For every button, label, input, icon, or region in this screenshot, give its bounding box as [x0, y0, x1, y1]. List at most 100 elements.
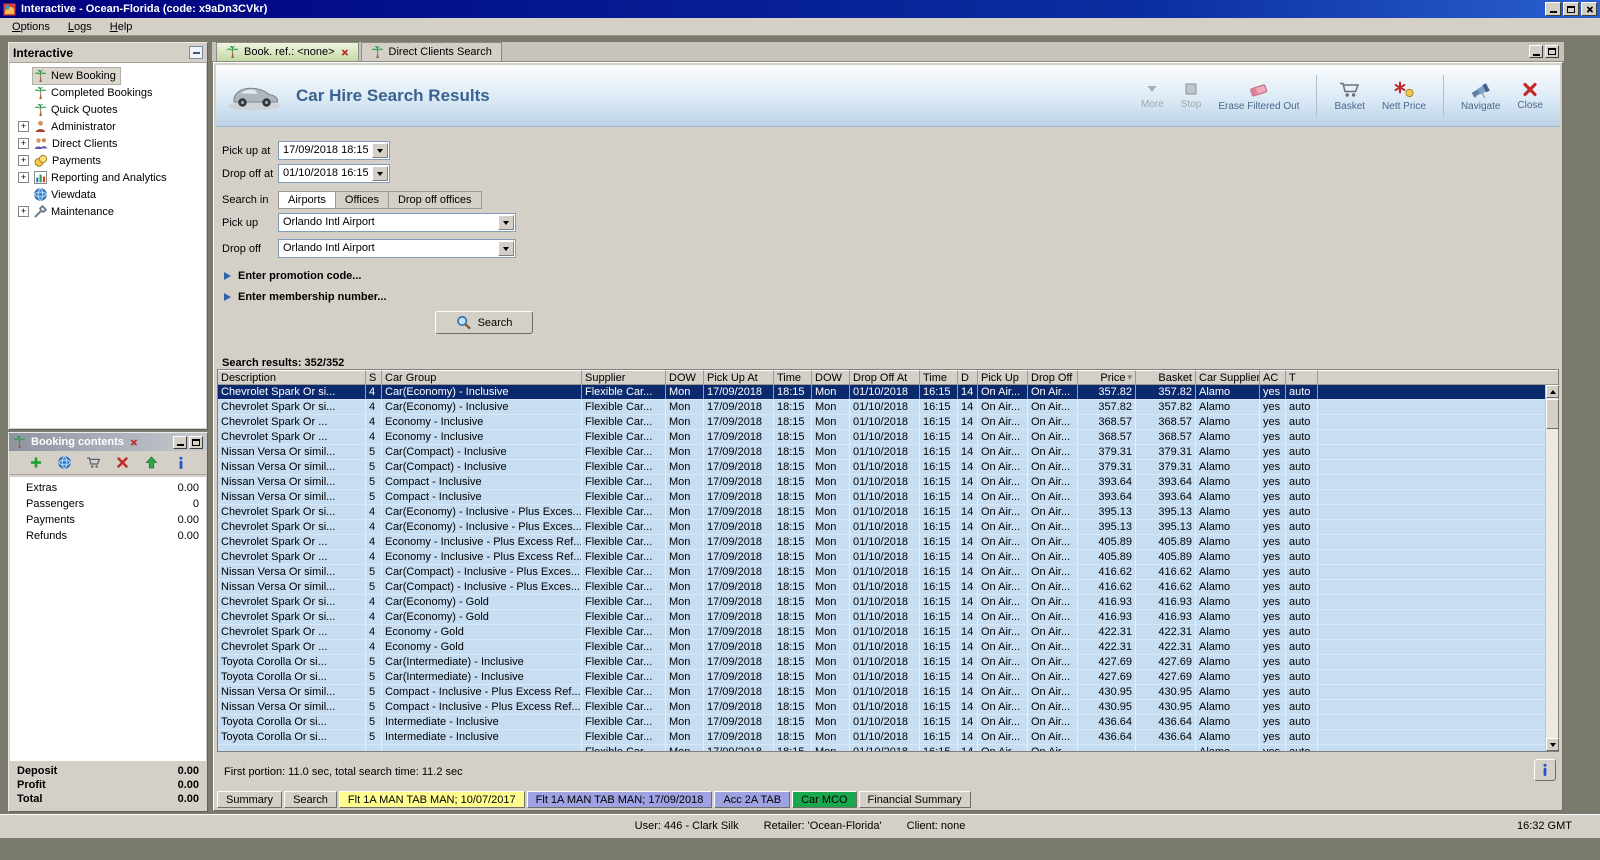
table-cell[interactable]: 5	[366, 490, 382, 504]
table-cell[interactable]: Mon	[666, 505, 704, 519]
table-cell[interactable]: 14	[958, 430, 978, 444]
table-cell[interactable]: 01/10/2018	[850, 550, 920, 564]
table-cell[interactable]: 4	[366, 640, 382, 654]
table-cell[interactable]: On Air...	[978, 415, 1028, 429]
table-cell[interactable]: Car(Compact) - Inclusive - Plus Exces...	[382, 565, 582, 579]
table-cell[interactable]: 17/09/2018	[704, 685, 774, 699]
table-cell[interactable]: auto	[1286, 430, 1318, 444]
table-cell[interactable]: 422.31	[1078, 625, 1136, 639]
table-cell[interactable]: Mon	[666, 700, 704, 714]
table-cell[interactable]: Alamo	[1196, 670, 1260, 684]
table-cell[interactable]: On Air...	[1028, 490, 1078, 504]
table-cell[interactable]: 17/09/2018	[704, 700, 774, 714]
table-cell[interactable]: 393.64	[1078, 490, 1136, 504]
table-cell[interactable]: 4	[366, 430, 382, 444]
table-cell[interactable]: Flexible Car...	[582, 730, 666, 744]
table-cell[interactable]: On Air...	[978, 655, 1028, 669]
table-cell[interactable]: auto	[1286, 415, 1318, 429]
table-cell[interactable]: On Air...	[1028, 595, 1078, 609]
table-cell[interactable]: Alamo	[1196, 640, 1260, 654]
table-cell[interactable]: On Air...	[1028, 610, 1078, 624]
table-cell[interactable]: 14	[958, 670, 978, 684]
table-cell[interactable]: 16:15	[920, 550, 958, 564]
table-cell[interactable]: auto	[1286, 580, 1318, 594]
table-cell[interactable]: Mon	[666, 610, 704, 624]
table-cell[interactable]: 16:15	[920, 595, 958, 609]
table-cell[interactable]: 405.89	[1136, 550, 1196, 564]
table-cell[interactable]: Alamo	[1196, 505, 1260, 519]
chevron-down-icon[interactable]	[498, 215, 514, 230]
table-cell[interactable]: 16:15	[920, 535, 958, 549]
table-cell[interactable]: auto	[1286, 670, 1318, 684]
table-row[interactable]: Nissan Versa Or simil... 5 Car(Compact) - …	[218, 565, 1545, 580]
table-cell[interactable]: 395.13	[1078, 520, 1136, 534]
booking-content-row[interactable]: Refunds 0.00	[10, 529, 206, 545]
table-cell[interactable]: 17/09/2018	[704, 610, 774, 624]
table-row[interactable]: Nissan Versa Or simil... 5 Compact - Inclu…	[218, 490, 1545, 505]
table-cell[interactable]: yes	[1260, 670, 1286, 684]
table-cell[interactable]: yes	[1260, 415, 1286, 429]
table-cell[interactable]: 14	[958, 730, 978, 744]
table-cell[interactable]: 395.13	[1136, 505, 1196, 519]
table-row[interactable]: Nissan Versa Or simil... 5 Car(Compact) - …	[218, 580, 1545, 595]
table-cell[interactable]: Toyota Corolla Or si...	[218, 670, 366, 684]
table-cell[interactable]: Car(Economy) - Inclusive	[382, 400, 582, 414]
table-cell[interactable]: 17/09/2018	[704, 745, 774, 751]
table-cell[interactable]: 01/10/2018	[850, 655, 920, 669]
table-cell[interactable]: Mon	[666, 670, 704, 684]
table-cell[interactable]: yes	[1260, 490, 1286, 504]
table-cell[interactable]: yes	[1260, 700, 1286, 714]
table-cell[interactable]: Flexible Car...	[582, 460, 666, 474]
table-cell[interactable]: 14	[958, 535, 978, 549]
table-cell[interactable]: 5	[366, 700, 382, 714]
table-cell[interactable]: 16:15	[920, 460, 958, 474]
table-cell[interactable]: Alamo	[1196, 430, 1260, 444]
table-cell[interactable]: auto	[1286, 625, 1318, 639]
table-cell[interactable]: Alamo	[1196, 550, 1260, 564]
table-cell[interactable]: 01/10/2018	[850, 685, 920, 699]
table-cell[interactable]: 416.62	[1078, 580, 1136, 594]
table-cell[interactable]: Flexible Car...	[582, 400, 666, 414]
table-cell[interactable]: Mon	[812, 430, 850, 444]
table-cell[interactable]: 18:15	[774, 535, 812, 549]
table-cell[interactable]: Mon	[812, 580, 850, 594]
table-cell[interactable]: Mon	[812, 610, 850, 624]
table-cell[interactable]: 18:15	[774, 745, 812, 751]
table-row[interactable]: Nissan Versa Or simil... 5 Compact - Inclu…	[218, 700, 1545, 715]
table-cell[interactable]: Flexible Car...	[582, 445, 666, 459]
table-cell[interactable]: 17/09/2018	[704, 730, 774, 744]
table-cell[interactable]: Mon	[812, 505, 850, 519]
table-cell[interactable]: Mon	[812, 700, 850, 714]
table-row[interactable]: Chevrolet Spark Or ... 4 Economy - Gold Fle…	[218, 625, 1545, 640]
table-cell[interactable]: 17/09/2018	[704, 505, 774, 519]
table-cell[interactable]: yes	[1260, 625, 1286, 639]
table-cell[interactable]: 14	[958, 415, 978, 429]
table-cell[interactable]: Alamo	[1196, 700, 1260, 714]
table-cell[interactable]: Mon	[666, 715, 704, 729]
table-cell[interactable]: 01/10/2018	[850, 715, 920, 729]
table-cell[interactable]: auto	[1286, 550, 1318, 564]
table-cell[interactable]: Mon	[666, 460, 704, 474]
table-cell[interactable]: 18:15	[774, 460, 812, 474]
table-cell[interactable]: Alamo	[1196, 400, 1260, 414]
table-cell[interactable]: 18:15	[774, 700, 812, 714]
column-header-ac[interactable]: AC	[1260, 370, 1286, 385]
table-cell[interactable]: Alamo	[1196, 715, 1260, 729]
close-button[interactable]	[1581, 2, 1597, 16]
table-cell[interactable]: 416.62	[1078, 565, 1136, 579]
table-cell[interactable]: 427.69	[1136, 655, 1196, 669]
bottom-tab-flt-1a-man-tab-man-17-09-2018[interactable]: Flt 1A MAN TAB MAN; 17/09/2018	[526, 791, 713, 808]
table-cell[interactable]: Mon	[812, 565, 850, 579]
table-cell[interactable]: 427.69	[1136, 670, 1196, 684]
table-cell[interactable]: Mon	[812, 655, 850, 669]
table-cell[interactable]: 16:15	[920, 580, 958, 594]
column-header-time[interactable]: Time	[774, 370, 812, 385]
table-cell[interactable]: Toyota Corolla Or si...	[218, 655, 366, 669]
table-cell[interactable]: Alamo	[1196, 745, 1260, 751]
table-cell[interactable]: On Air...	[1028, 655, 1078, 669]
expand-icon[interactable]: +	[18, 172, 29, 183]
table-cell[interactable]: On Air...	[1028, 685, 1078, 699]
table-cell[interactable]: On Air...	[1028, 640, 1078, 654]
table-cell[interactable]: Mon	[666, 550, 704, 564]
table-cell[interactable]: Chevrolet Spark Or si...	[218, 610, 366, 624]
